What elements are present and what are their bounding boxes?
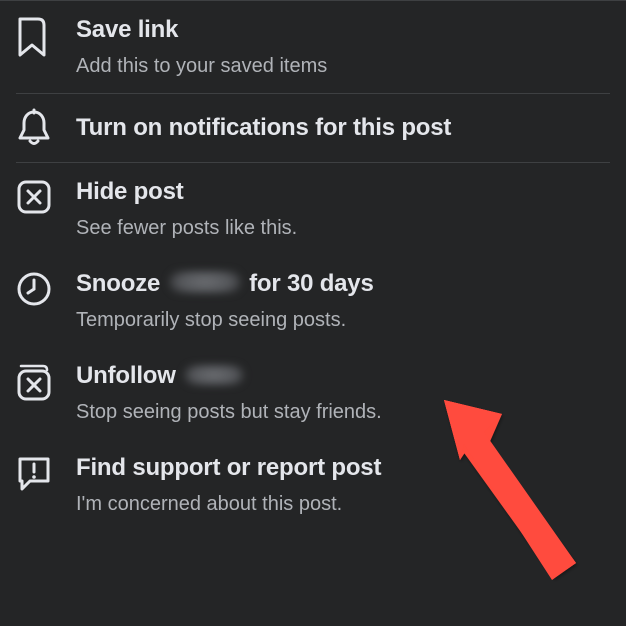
menu-item-title: Turn on notifications for this post	[76, 113, 610, 143]
redacted-name	[184, 365, 244, 385]
clock-icon	[16, 269, 56, 307]
unfollow-icon	[16, 361, 56, 403]
x-box-icon	[16, 177, 56, 215]
redacted-name	[169, 271, 241, 293]
menu-item-title: Unfollow	[76, 361, 610, 391]
menu-item-unfollow[interactable]: Unfollow Stop seeing posts but stay frie…	[0, 347, 626, 439]
menu-item-subtitle: See fewer posts like this.	[76, 215, 610, 241]
menu-item-title: Find support or report post	[76, 453, 610, 483]
menu-item-title: Snooze for 30 days	[76, 269, 610, 299]
post-options-menu: Save link Add this to your saved items T…	[0, 0, 626, 626]
menu-item-notifications[interactable]: Turn on notifications for this post	[0, 94, 626, 162]
menu-item-subtitle: Stop seeing posts but stay friends.	[76, 399, 610, 425]
menu-item-subtitle: I'm concerned about this post.	[76, 491, 610, 517]
menu-item-save-link[interactable]: Save link Add this to your saved items	[0, 1, 626, 93]
unfollow-prefix: Unfollow	[76, 362, 176, 389]
menu-item-subtitle: Temporarily stop seeing posts.	[76, 307, 610, 333]
bookmark-icon	[16, 15, 56, 57]
report-icon	[16, 453, 56, 491]
menu-item-hide-post[interactable]: Hide post See fewer posts like this.	[0, 163, 626, 255]
snooze-prefix: Snooze	[76, 270, 160, 297]
menu-item-title: Save link	[76, 15, 610, 45]
menu-item-title: Hide post	[76, 177, 610, 207]
menu-item-subtitle: Add this to your saved items	[76, 53, 610, 79]
bell-icon	[16, 108, 56, 148]
snooze-suffix: for 30 days	[249, 270, 374, 297]
menu-item-snooze[interactable]: Snooze for 30 days Temporarily stop seei…	[0, 255, 626, 347]
menu-item-report[interactable]: Find support or report post I'm concerne…	[0, 439, 626, 531]
